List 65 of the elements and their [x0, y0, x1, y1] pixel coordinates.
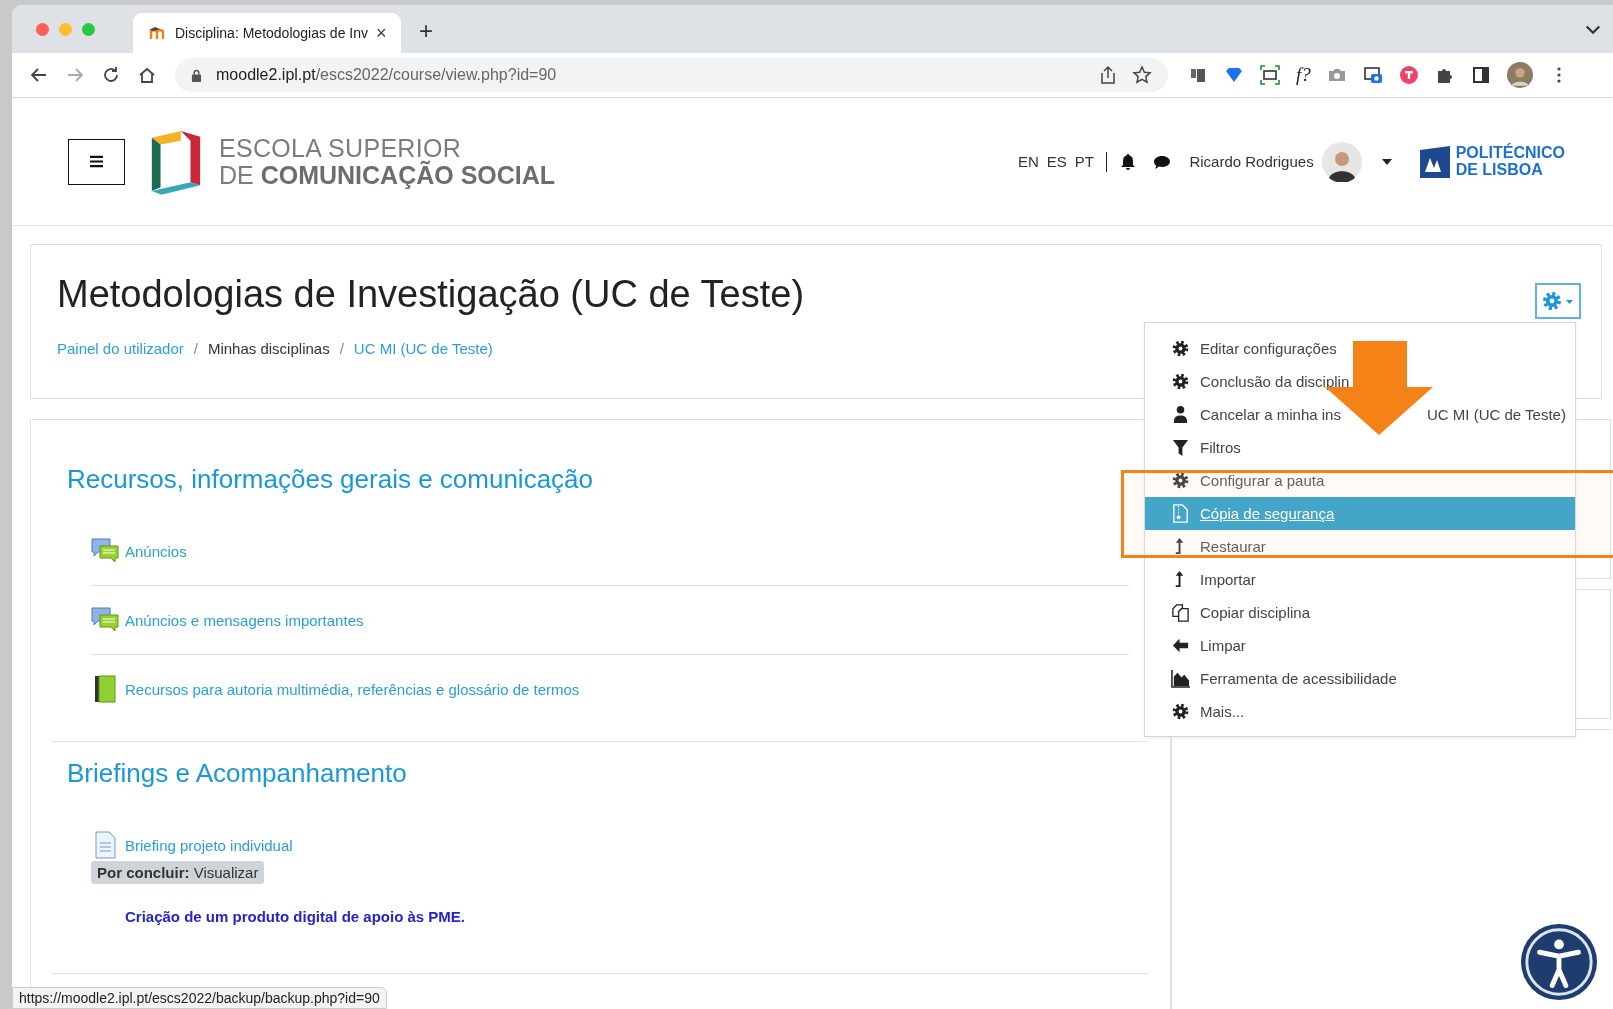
extension-badge-icon[interactable]	[1398, 65, 1419, 85]
breadcrumb-separator: /	[193, 340, 198, 357]
menu-item[interactable]: Conclusão da disciplin	[1145, 365, 1575, 398]
copy-icon	[1171, 603, 1190, 622]
forum-icon	[91, 537, 119, 565]
gear-icon	[1171, 471, 1190, 490]
filter-icon	[1171, 438, 1190, 457]
menu-item[interactable]: Restaurar	[1145, 530, 1575, 563]
breadcrumb-separator: /	[339, 340, 344, 357]
menu-item[interactable]: Copiar disciplina	[1145, 596, 1575, 629]
menu-button[interactable]	[68, 138, 125, 185]
polytechnic-name: POLITÉCNICO	[1455, 144, 1565, 162]
close-tab-button[interactable]: ×	[376, 22, 387, 44]
gear-icon	[1541, 290, 1575, 312]
language-link[interactable]: PT	[1074, 153, 1094, 170]
menu-item[interactable]: Editar configurações	[1145, 332, 1575, 365]
home-icon[interactable]	[137, 65, 157, 85]
browser-tab[interactable]: Disciplina: Metodologias de Inv ×	[133, 13, 401, 53]
forum-icon	[91, 606, 119, 634]
new-tab-button[interactable]: +	[419, 17, 433, 45]
user-name[interactable]: Ricardo Rodrigues	[1189, 153, 1314, 170]
breadcrumb-item: Minhas disciplinas	[207, 340, 330, 357]
polytechnic-logo-icon	[1419, 145, 1450, 178]
share-icon[interactable]	[1098, 65, 1118, 85]
bell-icon[interactable]	[1119, 152, 1138, 171]
gear-icon	[1171, 702, 1190, 721]
address-bar[interactable]: moodle2.ipl.pt/escs2022/course/view.php?id=90	[175, 58, 1168, 92]
settings-button[interactable]	[1535, 283, 1581, 319]
completion-status: Por concluir: Visualizar	[91, 861, 265, 884]
tab-title: Disciplina: Metodologias de Inv	[175, 25, 368, 41]
url-text: moodle2.ipl.pt/escs2022/course/view.php?id=90	[216, 66, 557, 84]
screenshot-frame-icon[interactable]	[1260, 65, 1280, 85]
activity-description: Criação de um produto digital de apoio às PME.	[125, 908, 466, 925]
area-chart-icon	[1171, 669, 1190, 688]
reload-icon[interactable]	[101, 65, 121, 85]
menu-item[interactable]: Importar	[1145, 563, 1575, 596]
menu-icon	[89, 155, 104, 168]
menu-item[interactable]: Filtros	[1145, 431, 1575, 464]
formula-extension-button[interactable]: f?	[1296, 64, 1311, 86]
screen-camera-icon[interactable]	[1362, 65, 1383, 85]
language-link[interactable]: EN	[1017, 153, 1039, 170]
school-name: DE COMUNICAÇÃO SOCIAL	[219, 161, 556, 188]
school-name: ESCOLA SUPERIOR	[219, 135, 463, 162]
menu-item[interactable]: Ferramenta de acessibilidade	[1145, 662, 1575, 695]
polytechnic-name: DE LISBOA	[1455, 161, 1544, 179]
menu-item[interactable]: Mais...	[1145, 695, 1575, 728]
left-arrow-icon	[1171, 636, 1190, 655]
gear-icon	[1171, 339, 1190, 358]
profile-avatar[interactable]	[1506, 62, 1533, 88]
lock-icon[interactable]	[191, 68, 202, 82]
user-icon	[1171, 405, 1190, 424]
star-icon[interactable]	[1132, 65, 1152, 85]
moodle-favicon-icon	[149, 26, 167, 40]
sidebar-icon[interactable]	[1470, 65, 1491, 85]
caret-icon[interactable]	[1381, 158, 1392, 165]
course-title: Metodologias de Investigação (UC de Teste)	[57, 273, 806, 316]
accessibility-button[interactable]	[1520, 923, 1598, 1001]
menu-item[interactable]: Cancelar a minha ins UC MI (UC de Teste)	[1145, 398, 1575, 431]
user-avatar[interactable]	[1321, 141, 1362, 182]
status-bar-url: https://moodle2.ipl.pt/escs2022/backup/backup.php?id=90	[12, 987, 387, 1009]
gear-icon	[1171, 372, 1190, 391]
language-link[interactable]: ES	[1046, 153, 1067, 170]
menu-item[interactable]: Limpar	[1145, 629, 1575, 662]
menu-item[interactable]: Configurar a pauta	[1145, 464, 1575, 497]
archive-file-icon	[1171, 504, 1190, 523]
